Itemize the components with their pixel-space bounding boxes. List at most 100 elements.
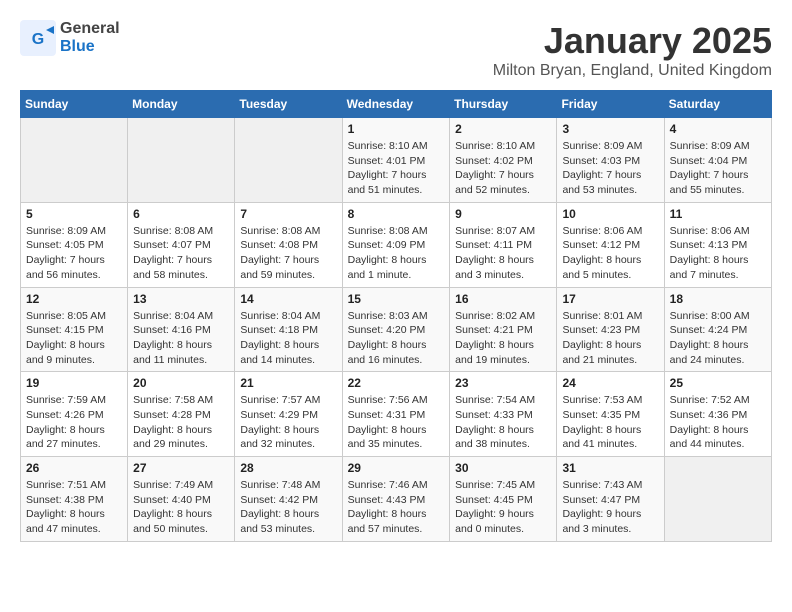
day-number: 21 bbox=[240, 376, 336, 390]
day-number: 13 bbox=[133, 292, 229, 306]
calendar-cell bbox=[664, 457, 771, 542]
day-info: Sunrise: 8:09 AM Sunset: 4:03 PM Dayligh… bbox=[562, 139, 658, 198]
calendar-cell: 20 Sunrise: 7:58 AM Sunset: 4:28 PM Dayli… bbox=[128, 372, 235, 457]
day-info: Sunrise: 8:08 AM Sunset: 4:09 PM Dayligh… bbox=[348, 224, 445, 283]
day-number: 25 bbox=[670, 376, 766, 390]
calendar-cell: 7 Sunrise: 8:08 AM Sunset: 4:08 PM Daylig… bbox=[235, 202, 342, 287]
day-info: Sunrise: 7:43 AM Sunset: 4:47 PM Dayligh… bbox=[562, 478, 658, 537]
day-number: 30 bbox=[455, 461, 551, 475]
calendar-cell: 10Sunrise: 8:06 AM Sunset: 4:12 PM Dayli… bbox=[557, 202, 664, 287]
day-info: Sunrise: 7:56 AM Sunset: 4:31 PM Dayligh… bbox=[348, 393, 445, 452]
day-number: 10 bbox=[562, 207, 658, 221]
day-number: 4 bbox=[670, 122, 766, 136]
svg-text:G: G bbox=[32, 31, 44, 48]
calendar-cell: 14Sunrise: 8:04 AM Sunset: 4:18 PM Dayli… bbox=[235, 287, 342, 372]
calendar-cell: 6Sunrise: 8:08 AM Sunset: 4:07 PM Daylig… bbox=[128, 202, 235, 287]
calendar-cell bbox=[128, 118, 235, 203]
day-info: Sunrise: 8:06 AM Sunset: 4:13 PM Dayligh… bbox=[670, 224, 766, 283]
day-info: Sunrise: 8:07 AM Sunset: 4:11 PM Dayligh… bbox=[455, 224, 551, 283]
day-number: 1 bbox=[348, 122, 445, 136]
day-info: Sunrise: 7:59 AM Sunset: 4:26 PM Dayligh… bbox=[26, 393, 122, 452]
day-number: 2 bbox=[455, 122, 551, 136]
calendar-header-row: SundayMondayTuesdayWednesdayThursdayFrid… bbox=[21, 91, 772, 118]
day-info: Sunrise: 8:08 AM Sunset: 4:08 PM Dayligh… bbox=[240, 224, 336, 283]
day-info: Sunrise: 7:52 AM Sunset: 4:36 PM Dayligh… bbox=[670, 393, 766, 452]
logo-general: General bbox=[60, 20, 120, 37]
day-info: Sunrise: 8:10 AM Sunset: 4:01 PM Dayligh… bbox=[348, 139, 445, 198]
calendar-cell: 17 Sunrise: 8:01 AM Sunset: 4:23 PM Dayli… bbox=[557, 287, 664, 372]
day-info: Sunrise: 8:09 AM Sunset: 4:04 PM Dayligh… bbox=[670, 139, 766, 198]
day-info: Sunrise: 8:09 AM Sunset: 4:05 PM Dayligh… bbox=[26, 224, 122, 283]
month-title: January 2025 bbox=[493, 20, 772, 62]
calendar-cell: 16 Sunrise: 8:02 AM Sunset: 4:21 PM Dayli… bbox=[450, 287, 557, 372]
day-info: Sunrise: 7:46 AM Sunset: 4:43 PM Dayligh… bbox=[348, 478, 445, 537]
day-info: Sunrise: 8:10 AM Sunset: 4:02 PM Dayligh… bbox=[455, 139, 551, 198]
calendar-cell bbox=[21, 118, 128, 203]
location-title: Milton Bryan, England, United Kingdom bbox=[493, 62, 772, 80]
calendar-week-row: 19 Sunrise: 7:59 AM Sunset: 4:26 PM Dayli… bbox=[21, 372, 772, 457]
calendar-cell: 19 Sunrise: 7:59 AM Sunset: 4:26 PM Dayli… bbox=[21, 372, 128, 457]
day-info: Sunrise: 8:08 AM Sunset: 4:07 PM Dayligh… bbox=[133, 224, 229, 283]
logo-icon: G bbox=[20, 20, 56, 56]
day-info: Sunrise: 8:05 AM Sunset: 4:15 PM Dayligh… bbox=[26, 309, 122, 368]
day-info: Sunrise: 8:03 AM Sunset: 4:20 PM Dayligh… bbox=[348, 309, 445, 368]
day-number: 26 bbox=[26, 461, 122, 475]
calendar-cell: 21 Sunrise: 7:57 AM Sunset: 4:29 PM Dayli… bbox=[235, 372, 342, 457]
logo-blue: Blue bbox=[60, 38, 95, 55]
title-block: January 2025 Milton Bryan, England, Unit… bbox=[493, 20, 772, 80]
calendar-cell: 3 Sunrise: 8:09 AM Sunset: 4:03 PM Daylig… bbox=[557, 118, 664, 203]
day-number: 27 bbox=[133, 461, 229, 475]
calendar-cell: 26 Sunrise: 7:51 AM Sunset: 4:38 PM Dayli… bbox=[21, 457, 128, 542]
calendar-week-row: 5 Sunrise: 8:09 AM Sunset: 4:05 PM Daylig… bbox=[21, 202, 772, 287]
day-info: Sunrise: 7:49 AM Sunset: 4:40 PM Dayligh… bbox=[133, 478, 229, 537]
calendar-cell: 25 Sunrise: 7:52 AM Sunset: 4:36 PM Dayli… bbox=[664, 372, 771, 457]
day-info: Sunrise: 7:51 AM Sunset: 4:38 PM Dayligh… bbox=[26, 478, 122, 537]
day-number: 22 bbox=[348, 376, 445, 390]
calendar-week-row: 26 Sunrise: 7:51 AM Sunset: 4:38 PM Dayli… bbox=[21, 457, 772, 542]
calendar-cell: 5 Sunrise: 8:09 AM Sunset: 4:05 PM Daylig… bbox=[21, 202, 128, 287]
weekday-header: Sunday bbox=[21, 91, 128, 118]
weekday-header: Tuesday bbox=[235, 91, 342, 118]
day-number: 12 bbox=[26, 292, 122, 306]
calendar-week-row: 1 Sunrise: 8:10 AM Sunset: 4:01 PM Daylig… bbox=[21, 118, 772, 203]
day-number: 31 bbox=[562, 461, 658, 475]
calendar-cell: 23 Sunrise: 7:54 AM Sunset: 4:33 PM Dayli… bbox=[450, 372, 557, 457]
calendar-cell: 4 Sunrise: 8:09 AM Sunset: 4:04 PM Daylig… bbox=[664, 118, 771, 203]
day-number: 17 bbox=[562, 292, 658, 306]
day-number: 23 bbox=[455, 376, 551, 390]
calendar-cell: 1 Sunrise: 8:10 AM Sunset: 4:01 PM Daylig… bbox=[342, 118, 450, 203]
day-number: 8 bbox=[348, 207, 445, 221]
day-number: 7 bbox=[240, 207, 336, 221]
calendar-cell: 24 Sunrise: 7:53 AM Sunset: 4:35 PM Dayli… bbox=[557, 372, 664, 457]
day-info: Sunrise: 7:53 AM Sunset: 4:35 PM Dayligh… bbox=[562, 393, 658, 452]
calendar-cell: 11 Sunrise: 8:06 AM Sunset: 4:13 PM Dayli… bbox=[664, 202, 771, 287]
day-info: Sunrise: 7:54 AM Sunset: 4:33 PM Dayligh… bbox=[455, 393, 551, 452]
day-number: 3 bbox=[562, 122, 658, 136]
logo: G General Blue bbox=[20, 20, 120, 56]
calendar-cell: 22 Sunrise: 7:56 AM Sunset: 4:31 PM Dayli… bbox=[342, 372, 450, 457]
calendar-cell: 8 Sunrise: 8:08 AM Sunset: 4:09 PM Daylig… bbox=[342, 202, 450, 287]
calendar-cell: 9 Sunrise: 8:07 AM Sunset: 4:11 PM Daylig… bbox=[450, 202, 557, 287]
day-info: Sunrise: 8:01 AM Sunset: 4:23 PM Dayligh… bbox=[562, 309, 658, 368]
day-info: Sunrise: 7:58 AM Sunset: 4:28 PM Dayligh… bbox=[133, 393, 229, 452]
calendar-cell: 27 Sunrise: 7:49 AM Sunset: 4:40 PM Dayli… bbox=[128, 457, 235, 542]
calendar-cell: 2 Sunrise: 8:10 AM Sunset: 4:02 PM Daylig… bbox=[450, 118, 557, 203]
day-number: 14 bbox=[240, 292, 336, 306]
calendar-week-row: 12 Sunrise: 8:05 AM Sunset: 4:15 PM Dayli… bbox=[21, 287, 772, 372]
day-number: 5 bbox=[26, 207, 122, 221]
day-info: Sunrise: 7:57 AM Sunset: 4:29 PM Dayligh… bbox=[240, 393, 336, 452]
day-number: 28 bbox=[240, 461, 336, 475]
day-number: 24 bbox=[562, 376, 658, 390]
day-info: Sunrise: 8:02 AM Sunset: 4:21 PM Dayligh… bbox=[455, 309, 551, 368]
calendar-cell: 28Sunrise: 7:48 AM Sunset: 4:42 PM Dayli… bbox=[235, 457, 342, 542]
day-info: Sunrise: 8:04 AM Sunset: 4:16 PM Dayligh… bbox=[133, 309, 229, 368]
day-number: 11 bbox=[670, 207, 766, 221]
day-number: 9 bbox=[455, 207, 551, 221]
day-info: Sunrise: 8:00 AM Sunset: 4:24 PM Dayligh… bbox=[670, 309, 766, 368]
day-number: 19 bbox=[26, 376, 122, 390]
day-number: 20 bbox=[133, 376, 229, 390]
page-header: G General Blue January 2025 Milton Bryan… bbox=[20, 20, 772, 80]
day-number: 29 bbox=[348, 461, 445, 475]
day-number: 16 bbox=[455, 292, 551, 306]
calendar-cell bbox=[235, 118, 342, 203]
